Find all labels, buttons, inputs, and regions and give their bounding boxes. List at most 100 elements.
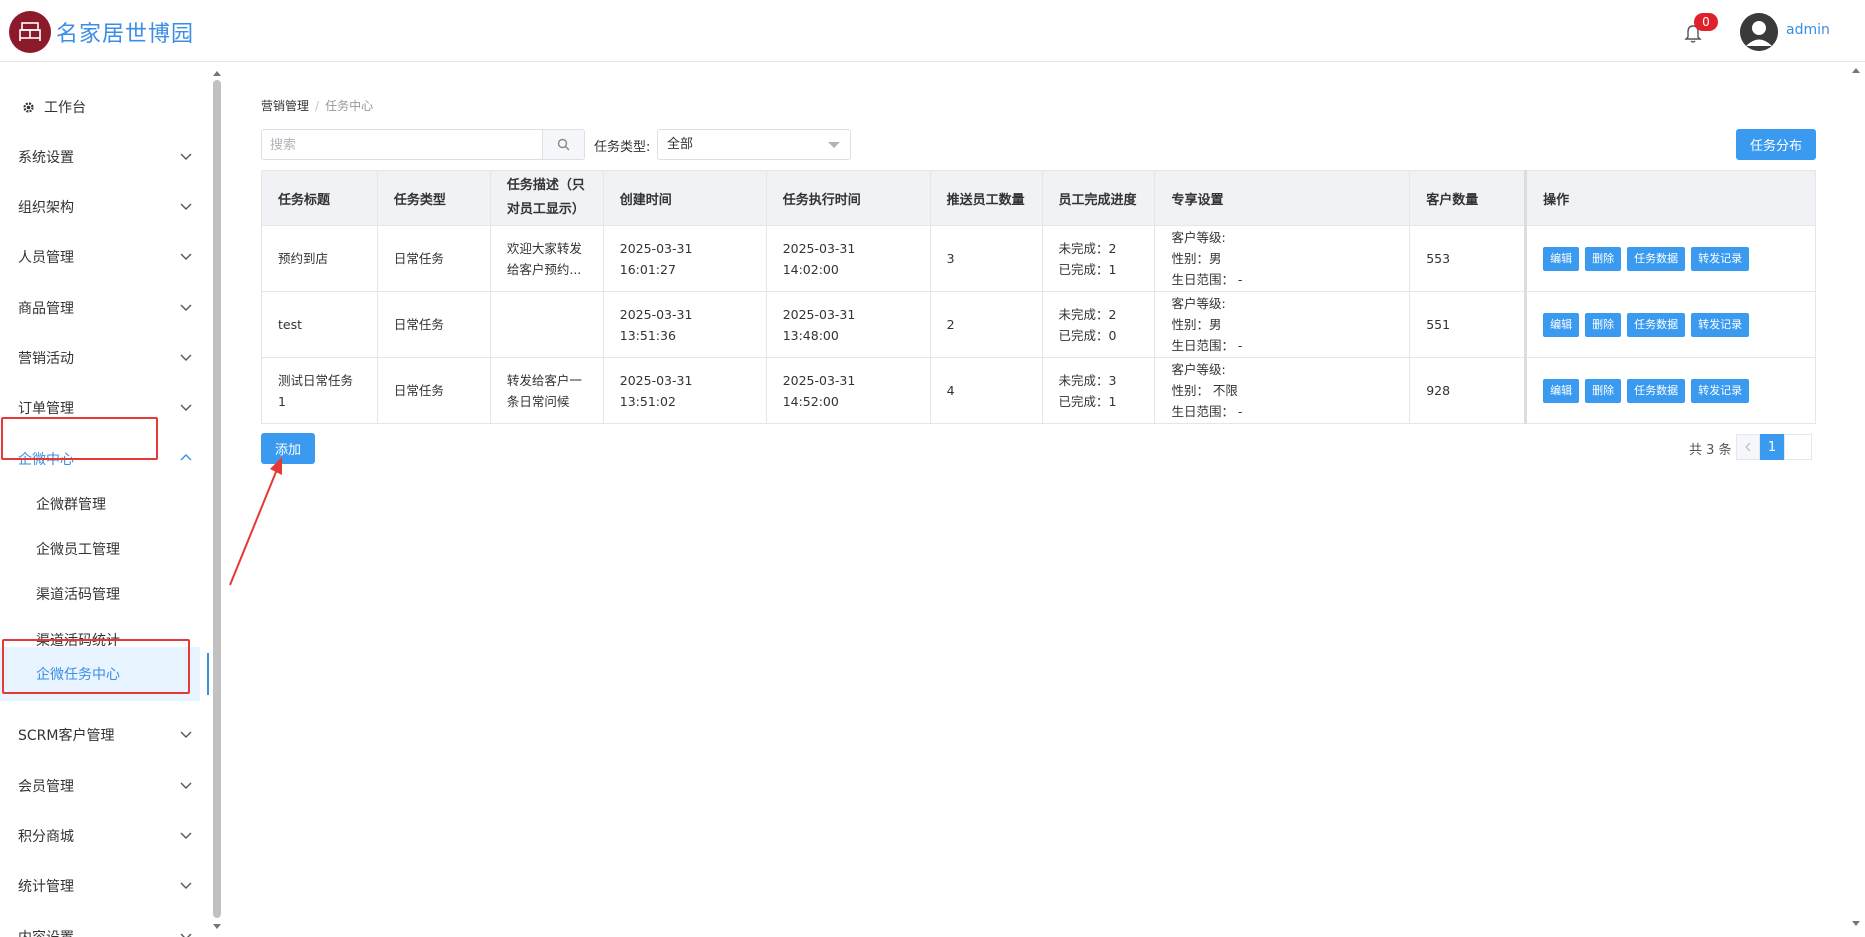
sidebar-scrollbar-thumb[interactable] bbox=[213, 80, 221, 918]
page-scroll-up-icon[interactable] bbox=[1851, 66, 1861, 74]
pagination-page-button[interactable]: 1 bbox=[1760, 434, 1784, 460]
table-row: 预约到店 日常任务 欢迎大家转发 给客户预约... 2025-03-31 16:0… bbox=[261, 225, 1816, 292]
sidebar-item-statistics[interactable]: 统计管理 bbox=[0, 866, 200, 906]
header-ops: 操作 bbox=[1524, 170, 1816, 226]
edit-button[interactable]: 编辑 bbox=[1543, 378, 1580, 403]
sidebar-item-points-mall[interactable]: 积分商城 bbox=[0, 816, 200, 856]
header-shared: 专享设置 bbox=[1154, 170, 1411, 226]
sidebar-item-scrm[interactable]: SCRM客户管理 bbox=[0, 715, 200, 755]
task-data-button[interactable]: 任务数据 bbox=[1627, 378, 1686, 403]
edit-button[interactable]: 编辑 bbox=[1543, 246, 1580, 271]
cell-desc-line2: 给客户预约... bbox=[506, 261, 582, 277]
scroll-up-icon[interactable] bbox=[212, 69, 222, 77]
search-field bbox=[261, 129, 585, 160]
header-type: 任务类型 bbox=[376, 170, 491, 226]
sidebar-item-label: 渠道活码管理 bbox=[36, 587, 120, 603]
sidebar-item-label: 企微中心 bbox=[18, 452, 74, 468]
sidebar-item-members[interactable]: 会员管理 bbox=[0, 766, 200, 806]
sidebar-item-content[interactable]: 内容设置 bbox=[0, 917, 200, 937]
sidebar-item-label: 系统设置 bbox=[18, 150, 74, 166]
sidebar-item-label: 订单管理 bbox=[18, 401, 74, 417]
sidebar-item-system-settings[interactable]: 系统设置 bbox=[0, 137, 200, 177]
search-button[interactable] bbox=[542, 130, 584, 159]
search-icon bbox=[557, 138, 570, 151]
sidebar-subitem-channel-code[interactable]: 渠道活码管理 bbox=[0, 574, 200, 614]
sidebar-item-label: SCRM客户管理 bbox=[18, 728, 115, 744]
forward-record-button[interactable]: 转发记录 bbox=[1691, 246, 1750, 271]
caret-down-icon bbox=[828, 142, 840, 148]
delete-button[interactable]: 删除 bbox=[1585, 312, 1622, 337]
chevron-left-icon bbox=[1745, 442, 1751, 452]
cell-title-text: test bbox=[278, 317, 303, 332]
header-title: 任务标题 bbox=[261, 170, 378, 226]
task-distribution-button[interactable]: 任务分布 bbox=[1736, 129, 1816, 160]
username[interactable]: admin bbox=[1786, 22, 1830, 38]
cell-exec: 2025-03-31 14:02:00 bbox=[765, 225, 931, 292]
bed-icon bbox=[19, 22, 41, 41]
sidebar-item-label: 企微员工管理 bbox=[36, 542, 120, 558]
cell-staff: 4 bbox=[929, 357, 1043, 424]
forward-record-button[interactable]: 转发记录 bbox=[1691, 312, 1750, 337]
avatar[interactable] bbox=[1740, 13, 1778, 51]
task-type-select[interactable]: 全部 bbox=[657, 129, 851, 160]
shared-birthday: 生日范围： - bbox=[1171, 338, 1243, 353]
chevron-down-icon bbox=[180, 882, 192, 889]
sidebar-item-workbench[interactable]: 工作台 bbox=[0, 87, 200, 127]
breadcrumb-separator: / bbox=[315, 99, 320, 113]
shared-level: 客户等级: bbox=[1171, 296, 1226, 311]
brand-name: 名家居世博园 bbox=[56, 22, 195, 47]
sidebar-item-label: 会员管理 bbox=[18, 779, 74, 795]
pagination-next-button[interactable] bbox=[1784, 434, 1812, 460]
breadcrumb-parent[interactable]: 营销管理 bbox=[261, 99, 309, 113]
cell-customers: 928 bbox=[1409, 357, 1527, 424]
pagination-prev-button[interactable] bbox=[1736, 434, 1760, 460]
user-avatar-icon bbox=[1740, 13, 1778, 51]
sidebar-subitem-wecom-groups[interactable]: 企微群管理 bbox=[0, 484, 200, 524]
task-type-label: 任务类型: bbox=[594, 140, 651, 155]
top-header: 名家居世博园 0 admin bbox=[0, 0, 1865, 62]
header-staff: 推送员工数量 bbox=[929, 170, 1043, 226]
sidebar-subitem-wecom-staff[interactable]: 企微员工管理 bbox=[0, 529, 200, 569]
header-customers: 客户数量 bbox=[1409, 170, 1527, 226]
chevron-down-icon bbox=[180, 203, 192, 210]
task-data-button[interactable]: 任务数据 bbox=[1627, 312, 1686, 337]
chevron-down-icon bbox=[180, 933, 192, 937]
brand-logo[interactable] bbox=[9, 11, 51, 53]
cell-progress: 未完成：2 已完成：0 bbox=[1041, 291, 1156, 358]
scroll-down-icon[interactable] bbox=[212, 923, 222, 931]
shared-gender: 性别： 不限 bbox=[1171, 383, 1238, 398]
header-desc: 任务描述（只 对员工显示） bbox=[489, 170, 604, 226]
cell-created: 2025-03-31 13:51:02 bbox=[602, 357, 767, 424]
cell-exec: 2025-03-31 14:52:00 bbox=[765, 357, 931, 424]
sidebar-item-marketing[interactable]: 营销活动 bbox=[0, 338, 200, 378]
forward-record-button[interactable]: 转发记录 bbox=[1691, 378, 1750, 403]
sidebar-item-label: 人员管理 bbox=[18, 250, 74, 266]
sidebar-item-products[interactable]: 商品管理 bbox=[0, 288, 200, 328]
sidebar-item-org[interactable]: 组织架构 bbox=[0, 187, 200, 227]
cell-desc-line2: 条日常问候 bbox=[506, 393, 570, 409]
page-scroll-down-icon[interactable] bbox=[1851, 920, 1861, 928]
edit-button[interactable]: 编辑 bbox=[1543, 312, 1580, 337]
cell-created: 2025-03-31 16:01:27 bbox=[602, 225, 767, 292]
sidebar-item-wecom-center[interactable]: 企微中心 bbox=[0, 439, 200, 479]
sidebar-item-label: 营销活动 bbox=[18, 351, 74, 367]
delete-button[interactable]: 删除 bbox=[1585, 378, 1622, 403]
breadcrumb: 营销管理 / 任务中心 bbox=[261, 97, 373, 114]
cell-staff: 2 bbox=[929, 291, 1043, 358]
shared-gender: 性别：男 bbox=[1171, 251, 1222, 266]
delete-button[interactable]: 删除 bbox=[1585, 246, 1622, 271]
cell-desc: 欢迎大家转发 给客户预约... bbox=[489, 225, 604, 292]
cell-progress: 未完成：3 已完成：1 bbox=[1041, 357, 1156, 424]
cell-type: 日常任务 bbox=[376, 225, 491, 292]
sidebar-item-staff[interactable]: 人员管理 bbox=[0, 237, 200, 277]
notification-badge: 0 bbox=[1694, 13, 1718, 31]
sidebar-item-label: 内容设置 bbox=[18, 927, 74, 937]
search-input[interactable] bbox=[270, 134, 540, 156]
task-data-button[interactable]: 任务数据 bbox=[1627, 246, 1686, 271]
cell-desc-line1: 转发给客户一 bbox=[506, 372, 582, 388]
sidebar-subitem-wecom-tasks[interactable]: 企微任务中心 bbox=[0, 647, 209, 701]
sidebar-item-orders[interactable]: 订单管理 bbox=[0, 388, 200, 428]
cell-desc-line1: 欢迎大家转发 bbox=[506, 240, 582, 256]
cell-title-text2: 1 bbox=[278, 393, 286, 409]
cell-customers: 551 bbox=[1409, 291, 1527, 358]
